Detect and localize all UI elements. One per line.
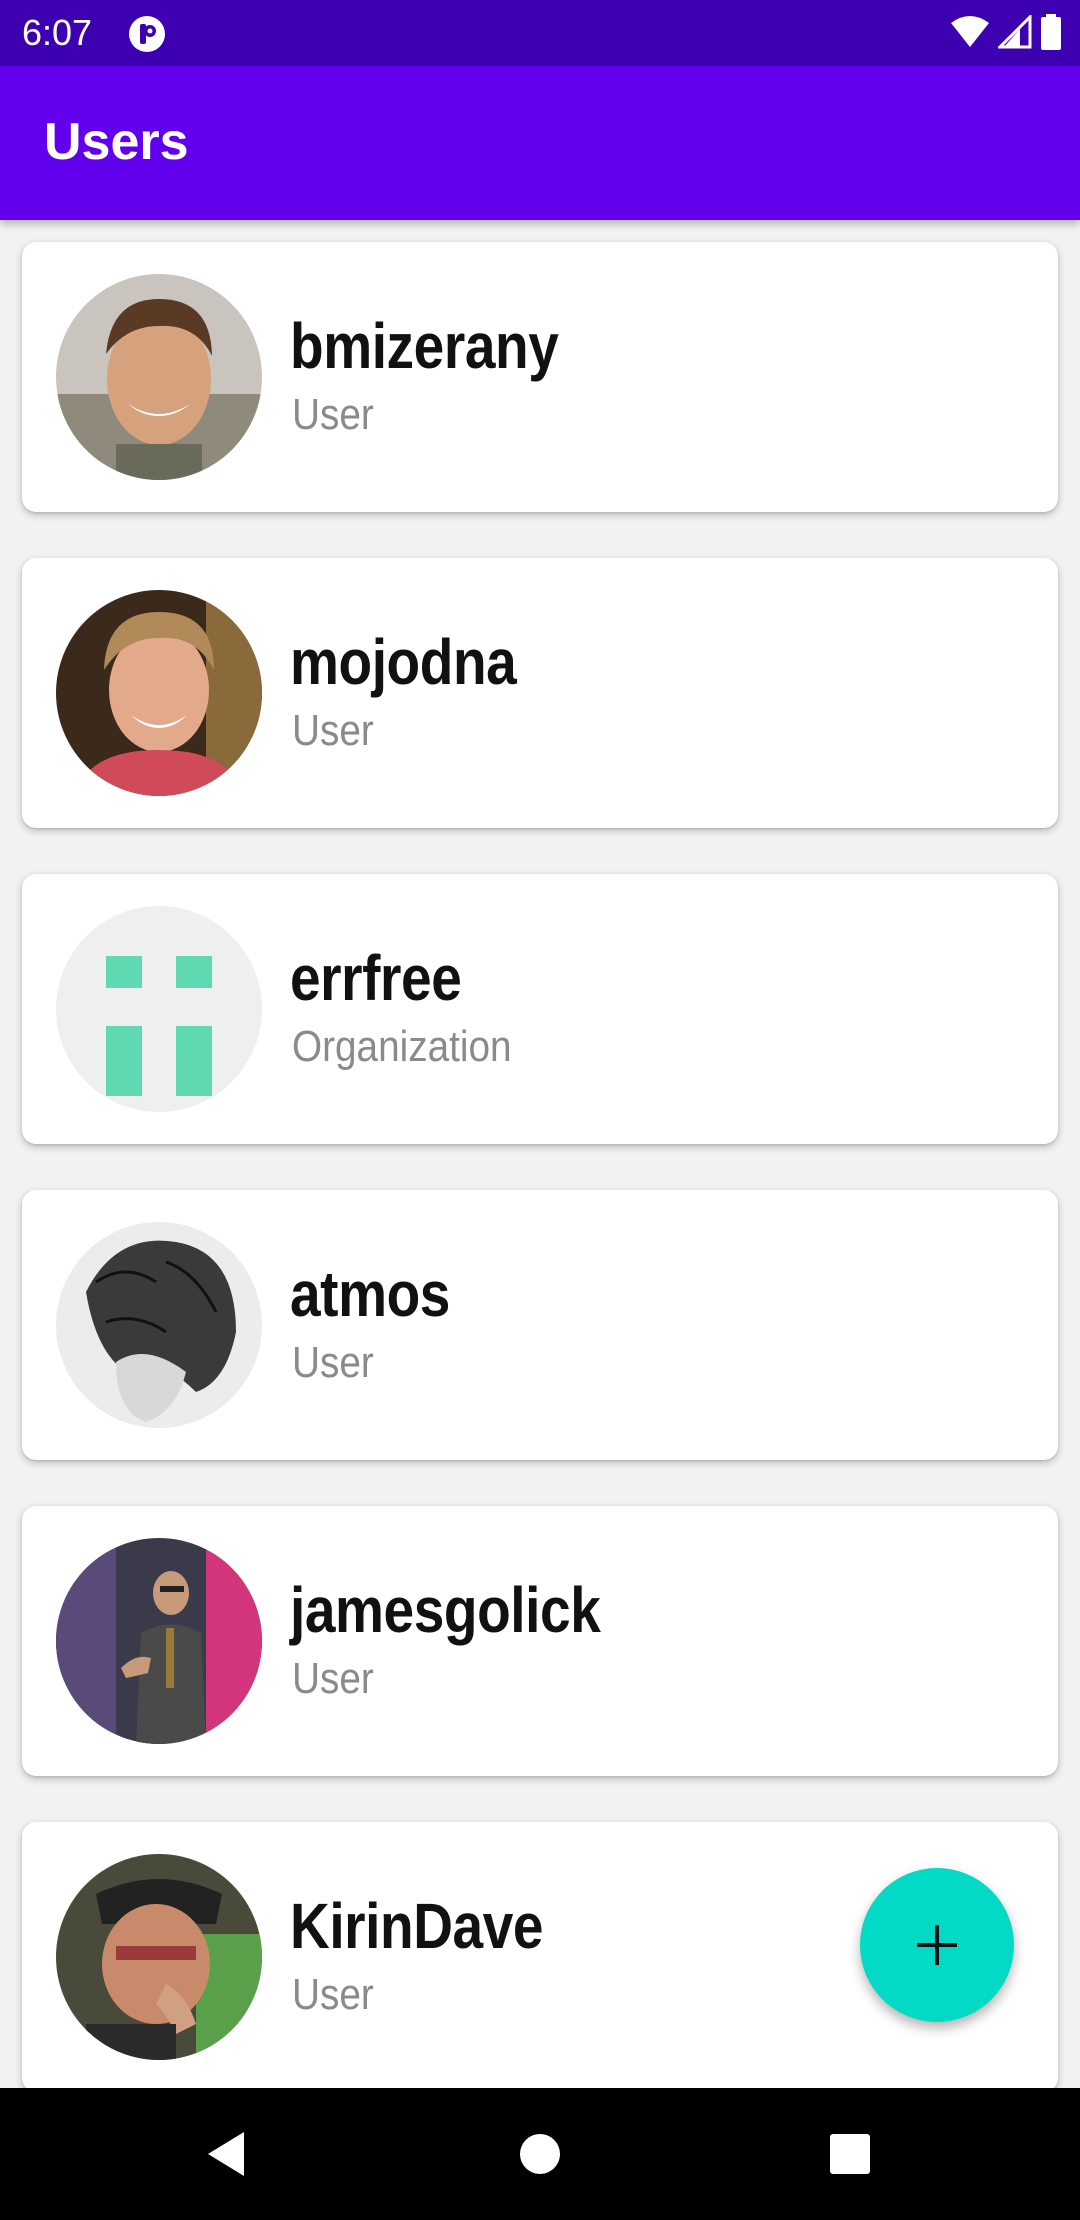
- notification-icon: [128, 15, 166, 53]
- username: bmizerany: [290, 310, 559, 382]
- status-time: 6:07: [22, 12, 93, 53]
- battery-icon: [1040, 13, 1062, 55]
- avatar: [56, 590, 262, 796]
- username: atmos: [290, 1258, 450, 1330]
- back-icon[interactable]: [190, 2118, 262, 2190]
- username: jamesgolick: [290, 1574, 601, 1646]
- avatar: [56, 274, 262, 480]
- user-card[interactable]: jamesgolick User: [22, 1506, 1058, 1776]
- avatar: [56, 1854, 262, 2060]
- page-title: Users: [44, 113, 189, 171]
- username: KirinDave: [290, 1890, 544, 1962]
- user-type: Organization: [292, 1022, 512, 1071]
- avatar: [56, 906, 262, 1112]
- username: errfree: [290, 942, 462, 1014]
- signal-icon: [996, 12, 1032, 54]
- user-type: User: [292, 1654, 374, 1703]
- user-card[interactable]: errfree Organization: [22, 874, 1058, 1144]
- user-type: User: [292, 390, 374, 439]
- user-card[interactable]: bmizerany User: [22, 242, 1058, 512]
- avatar: [56, 1222, 262, 1428]
- user-type: User: [292, 1338, 374, 1387]
- navigation-bar: [0, 2088, 1080, 2220]
- app-bar: Users: [0, 66, 1080, 220]
- home-icon[interactable]: [504, 2118, 576, 2190]
- avatar: [56, 1538, 262, 1744]
- wifi-icon: [950, 15, 990, 54]
- user-type: User: [292, 1970, 374, 2019]
- user-list[interactable]: bmizerany User mojodna User errfree Orga…: [0, 220, 1080, 2088]
- username: mojodna: [290, 626, 517, 698]
- recents-icon[interactable]: [814, 2118, 886, 2190]
- user-card[interactable]: mojodna User: [22, 558, 1058, 828]
- status-bar: 6:07: [0, 0, 1080, 66]
- status-icons: [950, 12, 1062, 56]
- user-card[interactable]: atmos User: [22, 1190, 1058, 1460]
- add-user-button[interactable]: [860, 1868, 1014, 2022]
- user-type: User: [292, 706, 374, 755]
